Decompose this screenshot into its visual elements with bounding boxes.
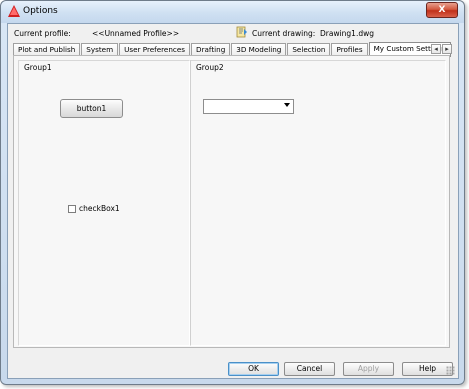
ok-button[interactable]: OK bbox=[228, 362, 279, 376]
checkbox1-box[interactable] bbox=[68, 204, 76, 213]
group2-panel: Group2 bbox=[190, 60, 446, 346]
tab-scroll-left-button[interactable]: ◂ bbox=[431, 44, 441, 54]
checkbox1-label: checkBox1 bbox=[79, 204, 120, 213]
close-button[interactable]: X bbox=[426, 2, 458, 18]
button1[interactable]: button1 bbox=[60, 99, 123, 118]
group2-dropdown[interactable] bbox=[203, 99, 294, 114]
current-drawing-value: Drawing1.dwg bbox=[320, 29, 374, 38]
drawing-icon bbox=[236, 26, 247, 38]
tab-scroll-right-button[interactable]: ▸ bbox=[442, 44, 452, 54]
cancel-button[interactable]: Cancel bbox=[284, 362, 335, 376]
window-title: Options bbox=[23, 6, 58, 16]
options-window: Options X Current profile: <<Unnamed Pro… bbox=[0, 0, 465, 385]
window-titlebar: Options X bbox=[1, 1, 464, 23]
group2-title: Group2 bbox=[195, 63, 225, 72]
current-drawing-label: Current drawing: bbox=[252, 29, 316, 38]
autocad-icon bbox=[8, 5, 20, 17]
tab-panel: Group1 button1 checkBox1 Group2 bbox=[13, 55, 450, 348]
dialog-client-area: Current profile: <<Unnamed Profile>> Cur… bbox=[7, 23, 459, 379]
close-icon: X bbox=[438, 5, 446, 15]
current-profile-value: <<Unnamed Profile>> bbox=[92, 29, 180, 38]
apply-button[interactable]: Apply bbox=[343, 362, 394, 376]
resize-grip[interactable] bbox=[446, 366, 455, 375]
chevron-down-icon bbox=[284, 103, 290, 107]
chevron-right-icon: ▸ bbox=[445, 45, 449, 53]
current-profile-label: Current profile: bbox=[14, 29, 71, 38]
checkbox1-control[interactable]: checkBox1 bbox=[68, 204, 120, 213]
tab-strip: Plot and Publish System User Preferences… bbox=[13, 42, 452, 57]
chevron-left-icon: ◂ bbox=[434, 45, 438, 53]
group1-panel: Group1 button1 checkBox1 bbox=[18, 60, 190, 346]
group1-title: Group1 bbox=[23, 63, 53, 72]
